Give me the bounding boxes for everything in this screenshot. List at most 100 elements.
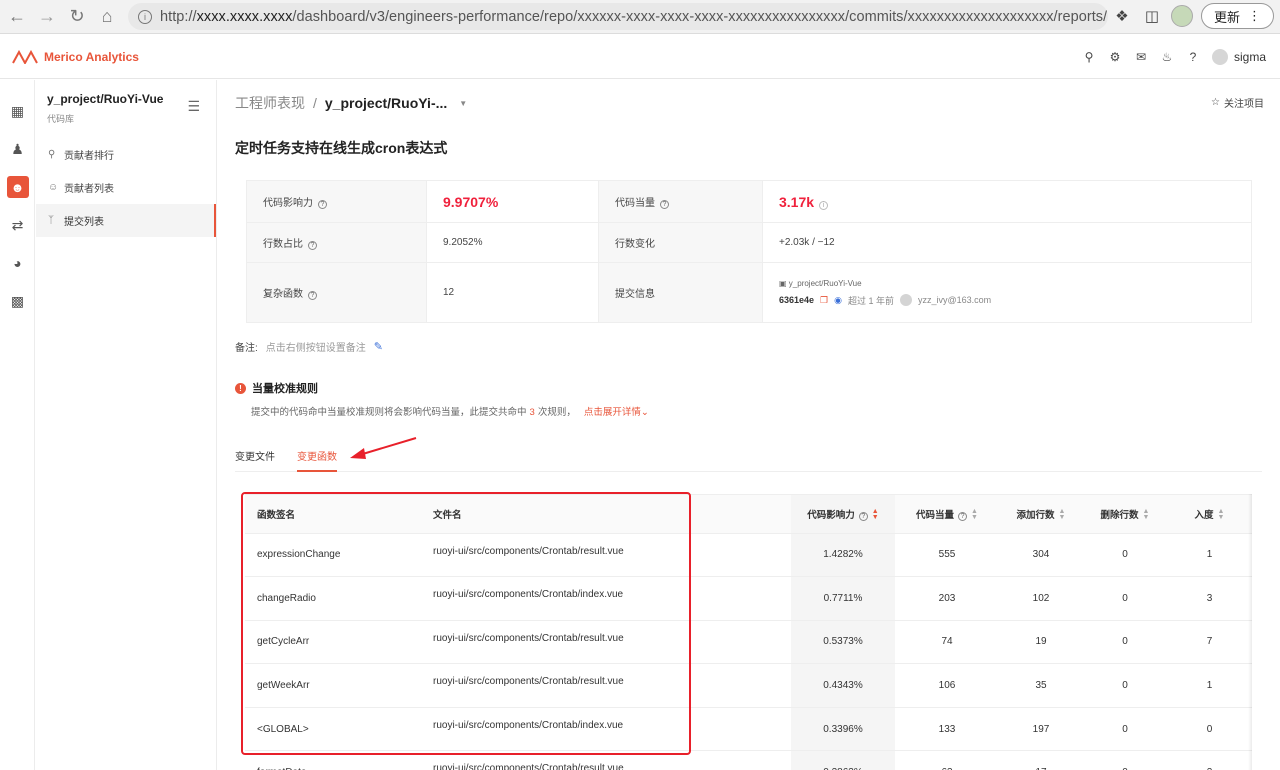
cell-equivalent: 133 [895,707,999,752]
cell-signature: expressionChange [245,533,421,578]
cell-indegree: 3 [1167,576,1252,621]
lines-change-value: +2.03k / −12 [762,222,1252,263]
cell-signature: getCycleArr [245,620,421,665]
update-button[interactable]: 更新 ⋮ [1200,3,1274,29]
sort-desc-icon[interactable]: ▲ ▼ [872,508,879,521]
cell-deleted: 0 [1083,533,1167,578]
sort-icon[interactable]: ▲ ▼ [971,508,978,521]
table-row[interactable]: getWeekArr ruoyi-ui/src/components/Cront… [245,663,1252,708]
mail-icon[interactable]: ✉ [1134,50,1148,64]
impact-value: 9.9707% [443,193,499,210]
sidebar-item-commit-list[interactable]: ᛉ 提交列表 [36,204,216,237]
help-icon[interactable]: ? [318,200,327,209]
table-row[interactable]: formatDate ruoyi-ui/src/components/Cront… [245,750,1252,770]
col-indegree[interactable]: 入度 ▲ ▼ [1167,495,1252,534]
col-added-label: 添加行数 [1016,509,1055,521]
brand[interactable]: Merico Analytics [12,49,139,64]
table-row[interactable]: <GLOBAL> ruoyi-ui/src/components/Crontab… [245,707,1252,752]
help-icon[interactable]: ? [858,511,868,521]
cell-file[interactable]: ruoyi-ui/src/components/Crontab/result.v… [421,750,791,770]
table-row[interactable]: getCycleArr ruoyi-ui/src/components/Cron… [245,620,1252,665]
puzzle-icon[interactable]: ❖ [1111,5,1133,27]
help-icon[interactable]: ? [308,241,317,250]
sort-icon[interactable]: ▲ ▼ [1218,508,1225,521]
rules-description: 提交中的代码命中当量校准规则将会影响代码当量，此提交共命中 3 次规则， 点击展开详情… [251,404,649,418]
eye-off-icon[interactable]: ◉ [834,295,842,306]
cell-deleted: 0 [1083,576,1167,621]
rail-team-icon[interactable]: ♟ [0,130,35,168]
help-icon[interactable]: ? [958,511,968,521]
app-header: Merico Analytics ⚲ ⚙ ✉ ♨ ? sigma [0,35,1280,79]
cell-impact: 0.4343% [791,663,895,708]
back-icon[interactable]: ← [4,4,30,30]
rail-dashboard-icon[interactable]: ▦ [0,92,35,130]
sidebar-item-contributor-list[interactable]: ☺ 贡献者列表 [36,171,216,204]
breadcrumb-root[interactable]: 工程师表现 [235,93,305,113]
address-bar[interactable]: i http://xxxx.xxxx.xxxx/dashboard/v3/eng… [128,3,1108,30]
lines-ratio-label-cell: 行数占比? [246,222,427,263]
cell-impact: 0.5373% [791,620,895,665]
settings-icon[interactable]: ⚙ [1108,50,1122,64]
home-icon[interactable]: ⌂ [94,4,120,30]
info-icon[interactable]: i [819,200,829,210]
lines-ratio-label: 行数占比 [263,239,303,250]
forward-icon[interactable]: → [34,4,60,30]
bell-icon[interactable]: ♨ [1160,50,1174,64]
rules-count: 3 [529,407,535,418]
rail-review-icon[interactable]: ⇄ [0,206,35,244]
update-label: 更新 [1213,9,1240,25]
rail-engineer-icon[interactable]: ☻ [0,168,35,206]
cell-file[interactable]: ruoyi-ui/src/components/Crontab/index.vu… [421,707,791,752]
edit-icon[interactable]: ✎ [374,340,383,353]
table-row[interactable]: changeRadio ruoyi-ui/src/components/Cron… [245,576,1252,621]
col-added[interactable]: 添加行数 ▲ ▼ [999,495,1083,534]
table-row[interactable]: expressionChange ruoyi-ui/src/components… [245,533,1252,578]
col-deleted[interactable]: 删除行数 ▲ ▼ [1083,495,1167,534]
sidebar-toggle-icon[interactable]: ◫ [1141,5,1163,27]
help-icon[interactable]: ? [660,200,669,209]
commit-hash[interactable]: 6361e4e [779,295,814,305]
rail-archive-icon[interactable]: ▩ [0,282,35,320]
chevron-down-icon[interactable]: ▼ [459,99,467,108]
table-header-row: 函数签名 文件名 代码影响力 ?▲ ▼ 代码当量 ?▲ ▼ 添加行数 ▲ ▼ 删除行数 ▲ ▼ … [245,495,1252,534]
follow-project-button[interactable]: ☆ 关注项目 [1211,95,1264,110]
profile-avatar[interactable] [1170,5,1193,27]
double-chevron-down-icon: ⌄ [640,407,649,418]
user-name[interactable]: sigma [1234,50,1266,64]
help-icon[interactable]: ? [1186,50,1200,64]
commit-repo[interactable]: ▣ y_project/RuoYi-Vue [779,279,1251,288]
cell-file[interactable]: ruoyi-ui/src/components/Crontab/index.vu… [421,576,791,621]
cell-file[interactable]: ruoyi-ui/src/components/Crontab/result.v… [421,620,791,665]
commit-time: 超过 1 年前 [847,295,894,306]
tab-changed-functions[interactable]: 变更函数 [297,448,337,472]
warning-icon: ! [235,382,246,394]
copy-icon[interactable]: ❐ [820,295,828,306]
site-info-icon[interactable]: i [138,9,152,24]
tab-changed-files[interactable]: 变更文件 [235,448,275,472]
cell-impact: 0.3396% [791,707,895,752]
col-equivalent[interactable]: 代码当量 ?▲ ▼ [895,495,999,534]
breadcrumb-current[interactable]: y_project/RuoYi-... [325,95,447,111]
col-deleted-label: 删除行数 [1100,509,1139,521]
col-impact[interactable]: 代码影响力 ? ▲ ▼ [791,495,895,534]
search-icon[interactable]: ⚲ [1082,50,1096,64]
sort-icon[interactable]: ▲ ▼ [1143,508,1150,521]
expand-details-link[interactable]: 点击展开详情⌄ [584,407,649,418]
brand-name: Merico Analytics [44,49,139,64]
sort-icon[interactable]: ▲ ▼ [1059,508,1066,521]
cell-impact: 0.7711% [791,576,895,621]
commit-repo-name: y_project/RuoYi-Vue [788,278,862,288]
user-avatar[interactable] [1211,48,1228,65]
rules-desc-after: 次规则， [537,407,576,418]
reload-icon[interactable]: ↻ [64,4,90,30]
cell-indegree: 1 [1167,663,1252,708]
rail-chart-icon[interactable]: ◕ [0,244,35,282]
cell-file[interactable]: ruoyi-ui/src/components/Crontab/result.v… [421,663,791,708]
cell-deleted: 0 [1083,750,1167,770]
cell-deleted: 0 [1083,663,1167,708]
menu-icon[interactable]: ☰ [187,98,200,115]
branch-icon: ᛉ [48,215,54,226]
cell-file[interactable]: ruoyi-ui/src/components/Crontab/result.v… [421,533,791,578]
help-icon[interactable]: ? [308,291,317,300]
sidebar-item-contributor-ranking[interactable]: ⚲ 贡献者排行 [36,138,216,171]
